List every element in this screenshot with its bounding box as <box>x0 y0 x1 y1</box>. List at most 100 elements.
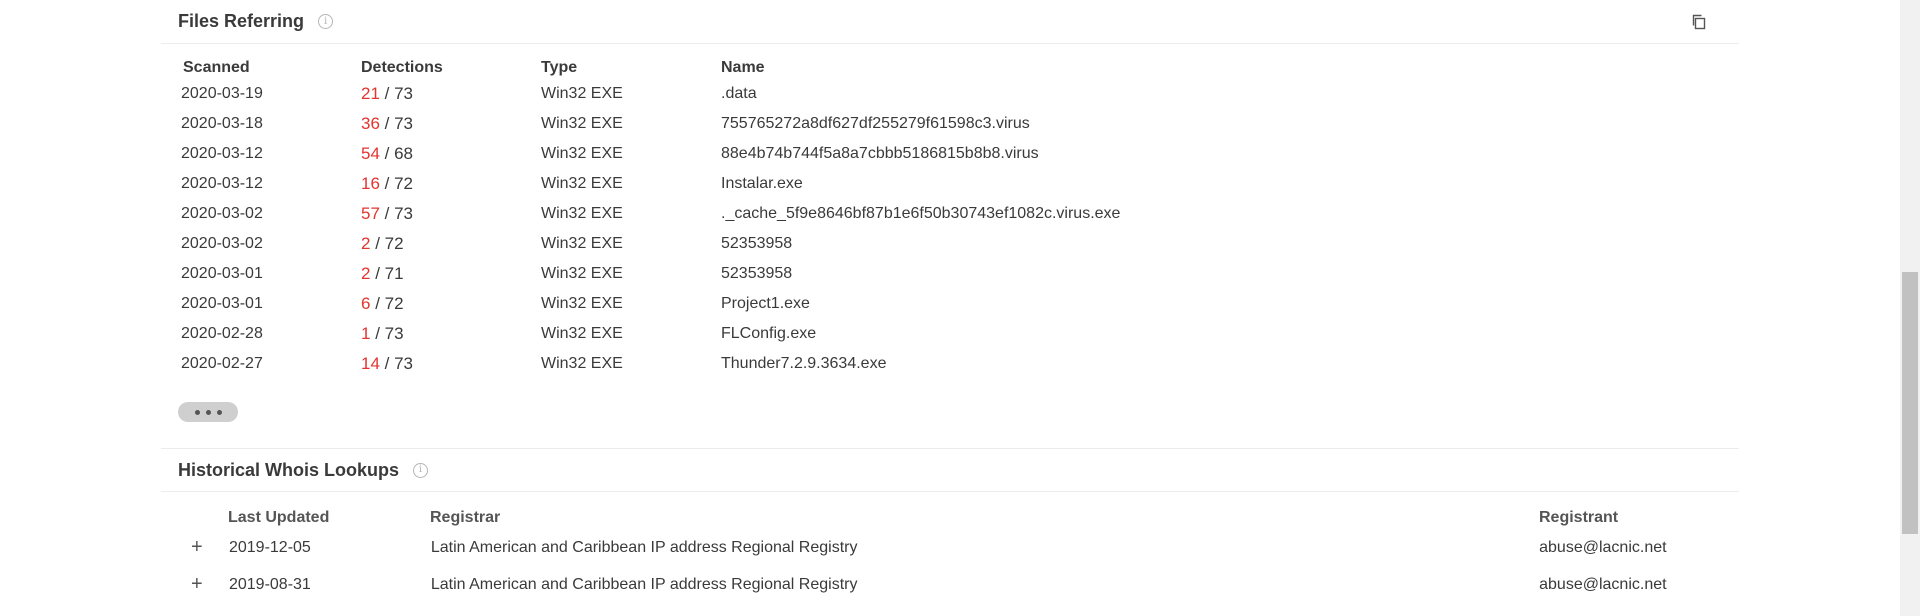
detection-total: / 72 <box>379 174 414 193</box>
column-header-detections[interactable]: Detections <box>361 59 541 77</box>
detection-ratio[interactable]: 14 / 73 <box>361 354 541 374</box>
detection-ratio[interactable]: 16 / 72 <box>361 174 541 194</box>
detection-total: / 72 <box>370 294 404 313</box>
scanned-date: 2020-03-18 <box>181 115 263 132</box>
file-name-link[interactable]: Project1.exe <box>721 295 1521 313</box>
table-row[interactable]: 2020-02-28 1 / 73 Win32 EXE FLConfig.exe <box>181 319 1521 349</box>
load-more-button[interactable] <box>178 402 238 422</box>
detection-positives: 21 <box>361 84 380 103</box>
last-updated-date: 2019-12-05 <box>228 538 311 556</box>
detection-ratio[interactable]: 36 / 73 <box>361 114 541 134</box>
file-name-link[interactable]: 52353958 <box>721 235 1521 253</box>
file-type: Win32 EXE <box>541 175 623 192</box>
page: Files Referring i Scanned Detections Typ… <box>0 0 1920 616</box>
detection-ratio[interactable]: 1 / 73 <box>361 324 541 344</box>
table-row[interactable]: 2020-03-02 2 / 72 Win32 EXE 52353958 <box>181 229 1521 259</box>
registrar-name: Latin American and Caribbean IP address … <box>430 538 858 556</box>
file-name-link[interactable]: 755765272a8df627df255279f61598c3.virus <box>721 115 1521 133</box>
section-title: Historical Whois Lookups <box>178 459 400 480</box>
scanned-date: 2020-03-01 <box>181 295 263 312</box>
detection-total: / 73 <box>379 114 414 133</box>
scanned-date: 2020-03-02 <box>181 235 263 252</box>
scanned-date: 2020-02-28 <box>181 325 263 342</box>
table-body: +2019-12-05 Latin American and Caribbean … <box>161 529 1739 603</box>
detection-total: / 72 <box>370 234 404 253</box>
last-updated-date: 2019-08-31 <box>228 575 311 593</box>
table-row[interactable]: 2020-03-01 2 / 71 Win32 EXE 52353958 <box>181 259 1521 289</box>
table-header: Last Updated Registrar Registrant <box>161 507 1739 529</box>
whois-header: Historical Whois Lookups i <box>161 448 1739 492</box>
registrant-email: abuse@lacnic.net <box>1539 538 1667 556</box>
file-type: Win32 EXE <box>541 295 623 312</box>
file-name-link[interactable]: Thunder7.2.9.3634.exe <box>721 355 1521 373</box>
expand-plus-icon[interactable]: + <box>161 536 228 559</box>
column-header-name[interactable]: Name <box>721 59 1521 77</box>
table-row: +2019-12-05 Latin American and Caribbean … <box>161 529 1739 566</box>
table-row[interactable]: 2020-03-19 21 / 73 Win32 EXE .data <box>181 79 1521 109</box>
detection-total: / 71 <box>370 264 404 283</box>
detection-total: / 73 <box>370 324 404 343</box>
ellipsis-icon <box>194 409 200 415</box>
expand-plus-icon[interactable]: + <box>161 573 228 596</box>
scanned-date: 2020-03-12 <box>181 175 263 192</box>
section-title: Files Referring <box>178 11 305 31</box>
detection-total: / 73 <box>379 204 414 223</box>
vertical-scrollbar[interactable] <box>1900 0 1920 616</box>
info-icon[interactable]: i <box>413 462 429 478</box>
table-row[interactable]: 2020-03-12 54 / 68 Win32 EXE 88e4b74b744f5a… <box>181 139 1521 169</box>
file-type: Win32 EXE <box>541 115 623 132</box>
detection-ratio[interactable]: 2 / 72 <box>361 234 541 254</box>
file-type: Win32 EXE <box>541 325 623 342</box>
detection-positives: 57 <box>361 204 380 223</box>
table-row[interactable]: 2020-02-27 14 / 73 Win32 EXE Thunder7.2.9.3… <box>181 349 1521 379</box>
table-row[interactable]: 2020-03-01 6 / 72 Win32 EXE Project1.exe <box>181 289 1521 319</box>
detection-ratio[interactable]: 6 / 72 <box>361 294 541 314</box>
registrant-email: abuse@lacnic.net <box>1539 575 1667 593</box>
scanned-date: 2020-03-01 <box>181 265 263 282</box>
file-name-link[interactable]: 88e4b74b744f5a8a7cbbb5186815b8b8.virus <box>721 145 1521 163</box>
files-referring-section: Files Referring i Scanned Detections Typ… <box>161 0 1739 422</box>
column-header-type[interactable]: Type <box>541 59 721 77</box>
files-referring-header: Files Referring i <box>161 0 1739 44</box>
detection-positives: 36 <box>361 114 380 133</box>
detection-positives: 14 <box>361 354 380 373</box>
whois-table: Last Updated Registrar Registrant +2019-… <box>161 507 1739 603</box>
column-header-registrant: Registrant <box>1539 509 1619 526</box>
file-name-link[interactable]: Instalar.exe <box>721 175 1521 193</box>
table-header: Scanned Detections Type Name <box>181 57 1521 79</box>
detection-positives: 16 <box>361 174 380 193</box>
whois-section: Historical Whois Lookups i Last Updated … <box>161 448 1739 595</box>
detection-total: / 68 <box>379 144 414 163</box>
detection-ratio[interactable]: 2 / 71 <box>361 264 541 284</box>
table-body: 2020-03-19 21 / 73 Win32 EXE .data 2020-03-1… <box>181 79 1521 379</box>
table-row[interactable]: 2020-03-02 57 / 73 Win32 EXE ._cache_5f9e86… <box>181 199 1521 229</box>
files-referring-table: Scanned Detections Type Name 2020-03-19 2… <box>181 57 1521 379</box>
copy-icon[interactable] <box>1691 14 1707 30</box>
detection-total: / 73 <box>379 84 414 103</box>
file-type: Win32 EXE <box>541 145 623 162</box>
file-name-link[interactable]: 52353958 <box>721 265 1521 283</box>
column-header-registrar: Registrar <box>430 509 501 526</box>
scanned-date: 2020-03-12 <box>181 145 263 162</box>
file-type: Win32 EXE <box>541 355 623 372</box>
table-row[interactable]: 2020-03-12 16 / 72 Win32 EXE Instalar.exe <box>181 169 1521 199</box>
table-row[interactable]: 2020-03-18 36 / 73 Win32 EXE 755765272a8df6… <box>181 109 1521 139</box>
file-name-link[interactable]: .data <box>721 85 1521 103</box>
file-name-link[interactable]: FLConfig.exe <box>721 325 1521 343</box>
detection-ratio[interactable]: 57 / 73 <box>361 204 541 224</box>
registrar-name: Latin American and Caribbean IP address … <box>430 575 858 593</box>
detection-total: / 73 <box>379 354 414 373</box>
ellipsis-icon <box>216 409 222 415</box>
scanned-date: 2020-03-19 <box>181 85 263 102</box>
scrollbar-thumb[interactable] <box>1902 272 1918 534</box>
detection-ratio[interactable]: 54 / 68 <box>361 144 541 164</box>
detection-positives: 54 <box>361 144 380 163</box>
ellipsis-icon <box>205 409 211 415</box>
file-type: Win32 EXE <box>541 235 623 252</box>
table-row: +2019-08-31 Latin American and Caribbean … <box>161 566 1739 603</box>
file-name-link[interactable]: ._cache_5f9e8646bf87b1e6f50b30743ef1082c… <box>721 205 1521 223</box>
column-header-last-updated: Last Updated <box>228 509 330 526</box>
info-icon[interactable]: i <box>318 14 334 29</box>
detection-ratio[interactable]: 21 / 73 <box>361 84 541 104</box>
column-header-scanned[interactable]: Scanned <box>181 59 361 77</box>
